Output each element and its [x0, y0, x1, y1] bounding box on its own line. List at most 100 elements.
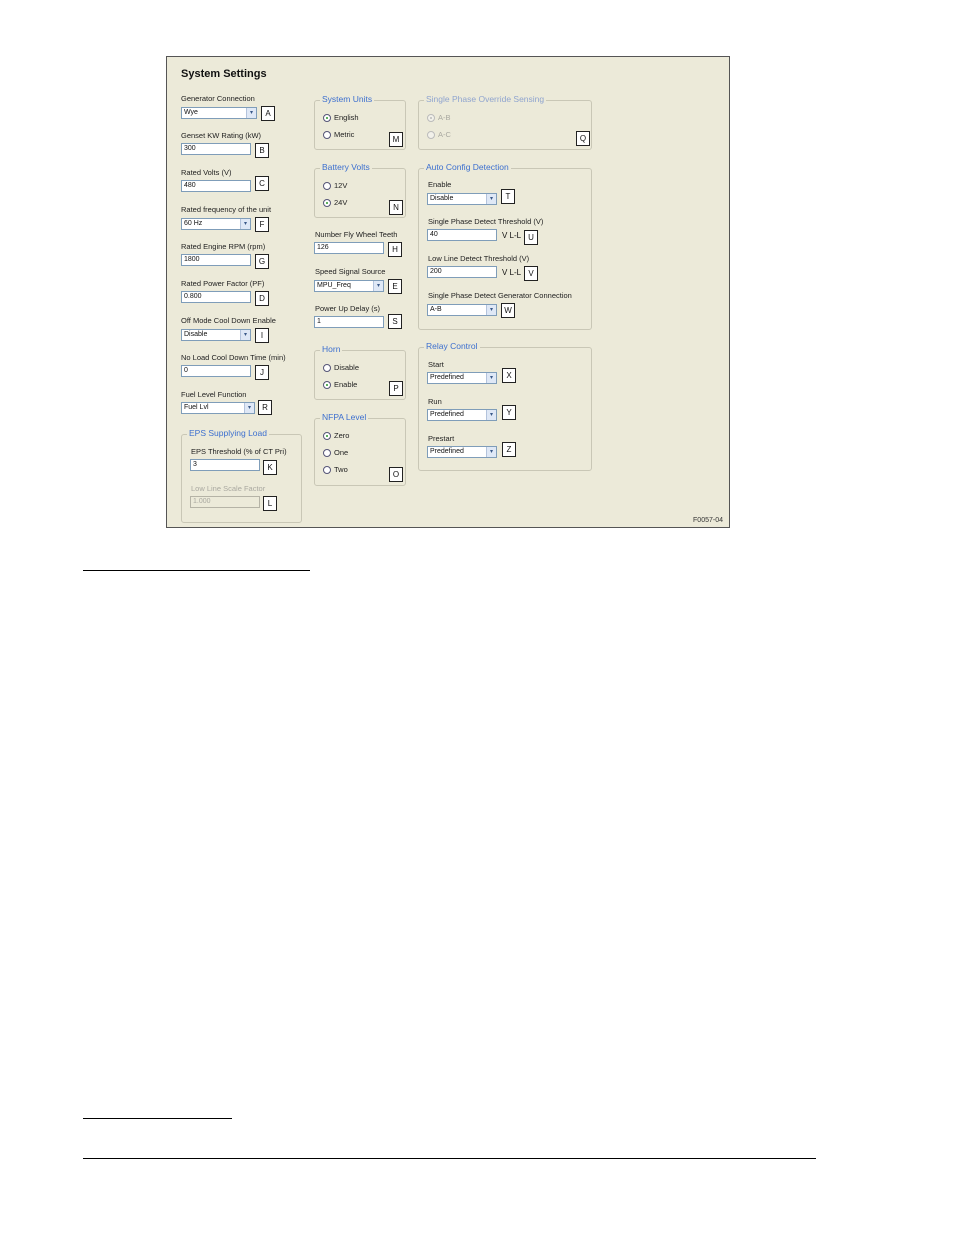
tag-p: P	[389, 381, 403, 396]
tag-h: H	[388, 242, 402, 257]
sp-gen-conn-label: Single Phase Detect Generator Connection	[428, 291, 572, 300]
nfpa-group: NFPA Level Zero One Two O	[314, 412, 406, 486]
chevron-down-icon[interactable]: ▾	[486, 194, 496, 204]
rated-pf-input[interactable]: 0.800	[181, 291, 251, 303]
rated-frequency-label: Rated frequency of the unit	[181, 205, 272, 214]
tag-e: E	[388, 279, 402, 294]
tag-f: F	[255, 217, 269, 232]
radio-metric[interactable]: Metric	[323, 130, 354, 139]
tag-m: M	[389, 132, 403, 147]
horn-group: Horn Disable Enable P	[314, 344, 406, 400]
divider-line	[83, 570, 310, 571]
radio-icon	[323, 363, 331, 372]
nfpa-title: NFPA Level	[320, 412, 369, 422]
radio-icon	[323, 181, 331, 190]
tag-c: C	[255, 176, 269, 191]
radio-horn-disable[interactable]: Disable	[323, 363, 359, 372]
radio-selected-icon	[323, 380, 331, 389]
tag-u: U	[524, 230, 538, 245]
low-line-scale-input: 1.000	[190, 496, 260, 508]
tag-d: D	[255, 291, 269, 306]
tag-b: B	[255, 143, 269, 158]
sp-threshold-unit: V L-L	[502, 231, 522, 240]
eps-threshold-label: EPS Threshold (% of CT Pri)	[191, 447, 287, 456]
rated-volts-input[interactable]: 480	[181, 180, 251, 192]
chevron-down-icon[interactable]: ▾	[244, 403, 254, 413]
panel-title: System Settings	[181, 68, 267, 80]
relay-start-select[interactable]: Predefined ▾	[427, 372, 497, 384]
radio-icon	[323, 130, 331, 139]
radio-12v[interactable]: 12V	[323, 181, 347, 190]
eps-group: EPS Supplying Load EPS Threshold (% of C…	[181, 428, 302, 523]
genset-kw-label: Genset KW Rating (kW)	[181, 131, 262, 140]
auto-config-group: Auto Config Detection Enable Disable ▾ T…	[418, 162, 592, 330]
tag-l: L	[263, 496, 277, 511]
tag-o: O	[389, 467, 403, 482]
fly-wheel-input[interactable]: 126	[314, 242, 384, 254]
rated-frequency-select[interactable]: 60 Hz ▾	[181, 218, 251, 230]
auto-config-enable-select[interactable]: Disable ▾	[427, 193, 497, 205]
tag-v: V	[524, 266, 538, 281]
off-mode-cooldown-label: Off Mode Cool Down Enable	[181, 316, 276, 325]
chevron-down-icon[interactable]: ▾	[240, 330, 250, 340]
sp-threshold-input[interactable]: 40	[427, 229, 497, 241]
speed-signal-select[interactable]: MPU_Freq ▾	[314, 280, 384, 292]
fuel-level-select[interactable]: Fuel Lvl ▾	[181, 402, 255, 414]
generator-connection-select[interactable]: Wye ▾	[181, 107, 257, 119]
rated-rpm-label: Rated Engine RPM (rpm)	[181, 242, 266, 251]
battery-volts-group: Battery Volts 12V 24V N	[314, 162, 406, 218]
chevron-down-icon[interactable]: ▾	[373, 281, 383, 291]
low-line-threshold-unit: V L-L	[502, 268, 522, 277]
chevron-down-icon[interactable]: ▾	[246, 108, 256, 118]
figure-id: F0057-04	[693, 517, 723, 524]
radio-icon	[323, 465, 331, 474]
off-mode-cooldown-select[interactable]: Disable ▾	[181, 329, 251, 341]
power-up-delay-label: Power Up Delay (s)	[315, 304, 381, 313]
tag-j: J	[255, 365, 269, 380]
rated-volts-label: Rated Volts (V)	[181, 168, 232, 177]
radio-ac-disabled: A-C	[427, 130, 451, 139]
rated-pf-label: Rated Power Factor (PF)	[181, 279, 265, 288]
no-load-cooldown-input[interactable]: 0	[181, 365, 251, 377]
low-line-scale-label: Low Line Scale Factor	[191, 484, 266, 493]
radio-selected-icon	[427, 113, 435, 122]
relay-start-label: Start	[428, 360, 444, 369]
radio-horn-enable[interactable]: Enable	[323, 380, 357, 389]
tag-r: R	[258, 400, 272, 415]
sp-gen-conn-select[interactable]: A-B ▾	[427, 304, 497, 316]
single-phase-override-title: Single Phase Override Sensing	[424, 94, 547, 104]
tag-s: S	[388, 314, 402, 329]
radio-nfpa-zero[interactable]: Zero	[323, 431, 349, 440]
rated-rpm-input[interactable]: 1800	[181, 254, 251, 266]
tag-n: N	[389, 200, 403, 215]
relay-control-group: Relay Control Start Predefined ▾ X Run P…	[418, 341, 592, 471]
tag-y: Y	[502, 405, 516, 420]
low-line-threshold-label: Low Line Detect Threshold (V)	[428, 254, 530, 263]
chevron-down-icon[interactable]: ▾	[240, 219, 250, 229]
radio-24v[interactable]: 24V	[323, 198, 347, 207]
chevron-down-icon[interactable]: ▾	[486, 373, 496, 383]
low-line-threshold-input[interactable]: 200	[427, 266, 497, 278]
radio-ab-disabled: A-B	[427, 113, 451, 122]
generator-connection-label: Generator Connection	[181, 94, 255, 103]
tag-t: T	[501, 189, 515, 204]
power-up-delay-input[interactable]: 1	[314, 316, 384, 328]
relay-prestart-select[interactable]: Predefined ▾	[427, 446, 497, 458]
relay-run-select[interactable]: Predefined ▾	[427, 409, 497, 421]
system-units-group: System Units English Metric M	[314, 94, 406, 150]
sp-threshold-label: Single Phase Detect Threshold (V)	[428, 217, 544, 226]
chevron-down-icon[interactable]: ▾	[486, 410, 496, 420]
chevron-down-icon[interactable]: ▾	[486, 447, 496, 457]
genset-kw-input[interactable]: 300	[181, 143, 251, 155]
radio-nfpa-two[interactable]: Two	[323, 465, 348, 474]
tag-a: A	[261, 106, 275, 121]
eps-threshold-input[interactable]: 3	[190, 459, 260, 471]
chevron-down-icon[interactable]: ▾	[486, 305, 496, 315]
eps-group-title: EPS Supplying Load	[187, 428, 269, 438]
radio-nfpa-one[interactable]: One	[323, 448, 348, 457]
radio-selected-icon	[323, 431, 331, 440]
radio-english[interactable]: English	[323, 113, 359, 122]
horn-title: Horn	[320, 344, 343, 354]
fly-wheel-label: Number Fly Wheel Teeth	[315, 230, 398, 239]
radio-icon	[323, 448, 331, 457]
